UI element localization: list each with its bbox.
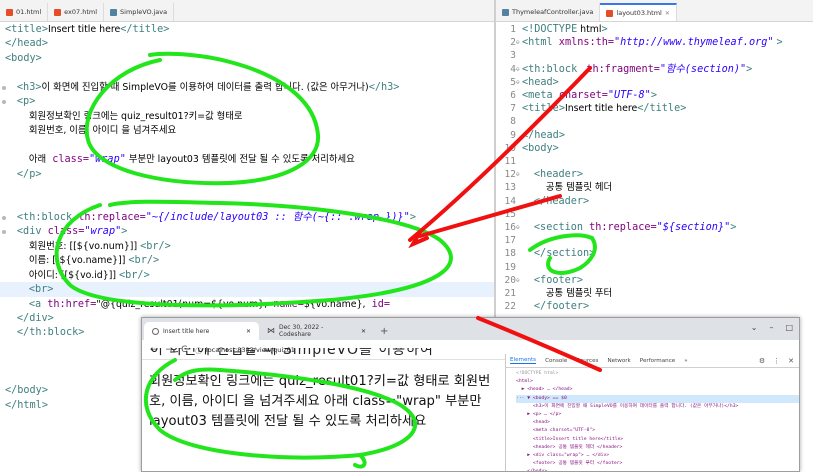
code-line[interactable]: 아이디: [[${vo.id}]] <br/> <box>0 268 494 283</box>
code-text: <div class="wrap"> <box>16 226 128 238</box>
dom-tree-node[interactable]: <footer> 공통 템플릿 푸터 </footer> <box>516 460 799 468</box>
code-line[interactable]: <div class="wrap"> <box>0 224 494 239</box>
dom-tree-node[interactable]: <h3>이 화면에 진입할 때 SimpleVO를 이용하여 데이터를 출력 합… <box>516 403 799 411</box>
line-number: 22 <box>504 301 516 313</box>
dom-tree-node[interactable]: <meta charset="UTF-8"> <box>516 427 799 435</box>
dom-tree-node[interactable]: ··· ▼ <body> == $0 <box>516 394 799 403</box>
dom-tree-node[interactable]: ▶ <head> … </head> <box>516 386 799 394</box>
code-line[interactable]: 22 </footer> <box>496 299 813 314</box>
browser-tabbar: Insert title here ✕ ⋈ Dec 30, 2022 - Codes… <box>142 318 799 340</box>
code-line[interactable]: 회원번호, 이름, 아이디 을 넘겨주세요 <box>0 123 494 138</box>
devtools-tabbar: Elements Console Sources Network Performance… <box>506 354 799 368</box>
code-text: 이름: [[${vo.name}]] <br/> <box>5 255 160 267</box>
browser-tab-codeshare[interactable]: ⋈ Dec 30, 2022 - Codeshare ✕ <box>259 322 374 340</box>
code-text: <p> <box>16 96 36 108</box>
browser-tab-insert-title[interactable]: Insert title here ✕ <box>144 322 259 340</box>
dom-tree-node[interactable]: <header> 공통 템플릿 헤더 </header> <box>516 444 799 452</box>
page-paragraph: 회원정보확인 링크에는 quiz_result01?키=값 형태로 회원번호, … <box>149 374 491 429</box>
code-line[interactable]: <h3>이 화면에 진입할 때 SimpleVO를 이용하여 데이터를 출력 합… <box>0 80 494 95</box>
tab-layout03-html[interactable]: layout03.html ✕ <box>600 3 677 21</box>
devtools-tab-console[interactable]: Console <box>545 358 567 364</box>
dom-tree-node[interactable]: <html> <box>516 378 799 386</box>
devtools-tab-[interactable]: » <box>684 358 687 364</box>
left-editor-tabbar: 01.html ex07.html SimpleVO.java <box>0 0 494 22</box>
dom-tree-node[interactable]: ▶ <div class="wrap"> … </div> <box>516 452 799 460</box>
devtools-panel: Elements Console Sources Network Performance… <box>505 354 799 471</box>
more-icon[interactable]: ⋮ <box>773 357 780 365</box>
chevron-down-icon[interactable]: ⌄ <box>751 323 758 332</box>
dom-tree-node[interactable]: ▶ <p> … </p> <box>516 411 799 419</box>
code-text: </th:block> <box>16 327 85 339</box>
code-line[interactable] <box>0 195 494 210</box>
code-line[interactable]: <p> <box>0 94 494 109</box>
code-line[interactable]: </p> <box>0 167 494 182</box>
right-editor-tabbar: ThymeleafController.java layout03.html ✕ <box>496 0 813 22</box>
code-text: </body> <box>5 385 48 397</box>
tab-simplevo-java[interactable]: SimpleVO.java <box>104 3 175 21</box>
code-text: 아이디: [[${vo.id}]] <br/> <box>5 269 150 281</box>
code-line[interactable]: <title>Insert title here</title> <box>0 22 494 37</box>
code-line[interactable] <box>0 181 494 196</box>
code-line[interactable]: 아래 class="wrap" 부분만 layout03 템플릿에 전달 될 수… <box>0 152 494 167</box>
code-line[interactable]: 회원정보확인 링크에는 quiz_result01?키=값 형태로 <box>0 109 494 124</box>
devtools-tab-elements[interactable]: Elements <box>510 357 537 364</box>
code-text: </p> <box>16 168 42 180</box>
devtools-tab-performance[interactable]: Performance <box>640 358 675 364</box>
devtools-toolbar-icons: ⚙ ⋮ ✕ <box>759 357 799 365</box>
code-text: </footer> <box>533 301 590 313</box>
browser-window: Insert title here ✕ ⋈ Dec 30, 2022 - Codes… <box>141 317 800 472</box>
code-line[interactable] <box>0 138 494 153</box>
code-line[interactable]: <br> <box>0 282 494 298</box>
code-line[interactable]: 이름: [[${vo.name}]] <br/> <box>0 253 494 268</box>
code-text: <title>Insert title here</title> <box>5 24 170 35</box>
code-line[interactable]: <th:block th:replace="~{/include/layout0… <box>0 210 494 225</box>
maximize-icon[interactable]: □ <box>785 323 793 332</box>
tab-ex07-html[interactable]: ex07.html <box>48 3 105 21</box>
java-file-icon <box>110 8 118 16</box>
code-line[interactable]: <body> <box>0 51 494 66</box>
java-file-icon <box>502 8 509 16</box>
gear-icon[interactable]: ⚙ <box>759 357 765 365</box>
dom-tree[interactable]: <!DOCTYPE html> <html> ▶ <head> … </head>… <box>506 368 799 471</box>
dom-tree-node[interactable]: </body> <box>516 468 799 471</box>
code-text: 회원번호: [[${vo.num}]] <br/> <box>5 240 171 252</box>
code-text: <body> <box>5 52 42 64</box>
page-content: 회원정보확인 링크에는 quiz_result01?키=값 형태로 회원번호, … <box>142 360 505 471</box>
code-line[interactable]: </head> <box>0 36 494 51</box>
code-line[interactable]: 회원번호: [[${vo.num}]] <br/> <box>0 239 494 254</box>
tab-01-html[interactable]: 01.html <box>0 3 49 21</box>
dom-tree-node[interactable]: <title>Insert title here</title> <box>516 436 799 444</box>
code-text: <th:block th:replace="~{/include/layout0… <box>16 211 416 223</box>
dom-tree-node[interactable]: <head> <box>516 419 799 427</box>
close-icon[interactable]: ✕ <box>361 328 366 335</box>
code-text: 아래 class="wrap" 부분만 layout03 템플릿에 전달 될 수… <box>5 154 355 166</box>
tab-thymeleafcontroller-java[interactable]: ThymeleafController.java <box>496 3 601 21</box>
minimize-icon[interactable]: – <box>769 323 773 332</box>
code-text: <br> <box>28 284 54 296</box>
html-file-icon <box>606 9 614 17</box>
close-icon[interactable]: ✕ <box>788 357 794 365</box>
right-code-editor[interactable]: 1 <!DOCTYPE html> 2 ⊖ <html xmlns:th="http:/… <box>496 22 813 322</box>
code-text: 회원정보확인 링크에는 quiz_result01?키=값 형태로 <box>5 110 243 122</box>
code-text: </head> <box>5 38 48 50</box>
globe-icon <box>152 327 159 335</box>
code-line[interactable]: <a th:href="@{quiz_result01(num=${vo.num… <box>0 297 494 312</box>
code-text: 회원번호, 이름, 아이디 을 넘겨주세요 <box>5 125 177 137</box>
code-text: </html> <box>5 399 48 411</box>
codeshare-icon: ⋈ <box>267 326 275 335</box>
new-tab-button[interactable]: + <box>374 326 394 340</box>
devtools-tab-network[interactable]: Network <box>607 358 630 364</box>
html-file-icon <box>54 8 62 16</box>
html-file-icon <box>6 8 13 16</box>
close-icon[interactable]: ✕ <box>665 10 670 17</box>
close-icon[interactable]: ✕ <box>246 328 251 335</box>
code-text: <a th:href="@{quiz_result01(num=${vo.num… <box>28 298 390 310</box>
window-controls: ⌄ – □ <box>751 323 793 332</box>
dom-tree-node[interactable]: <!DOCTYPE html> <box>516 370 799 378</box>
devtools-tab-sources[interactable]: Sources <box>576 358 598 364</box>
page-heading-cropped: 이 화면에 진입할 때 SimpleVO를 이용하여 <box>150 348 434 358</box>
code-line[interactable] <box>0 65 494 80</box>
code-text: </div> <box>16 313 54 324</box>
code-text: <h3>이 화면에 진입할 때 SimpleVO를 이용하여 데이터를 출력 합… <box>16 81 400 93</box>
